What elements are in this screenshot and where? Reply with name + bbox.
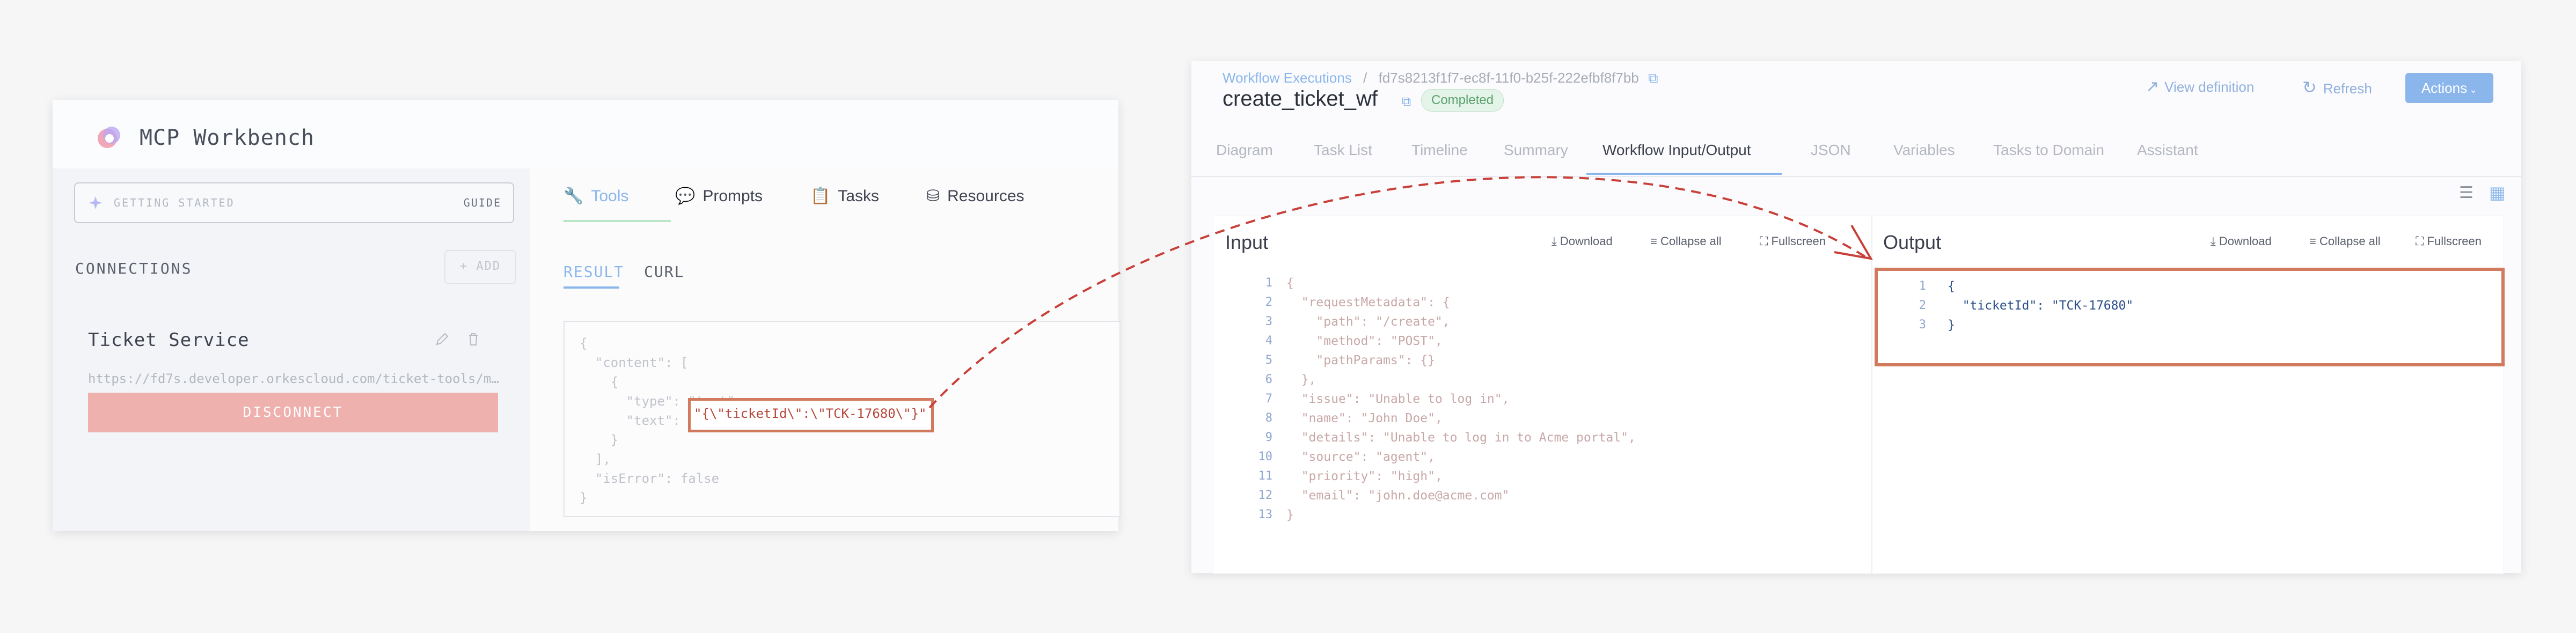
connector-arrow <box>928 176 1873 409</box>
